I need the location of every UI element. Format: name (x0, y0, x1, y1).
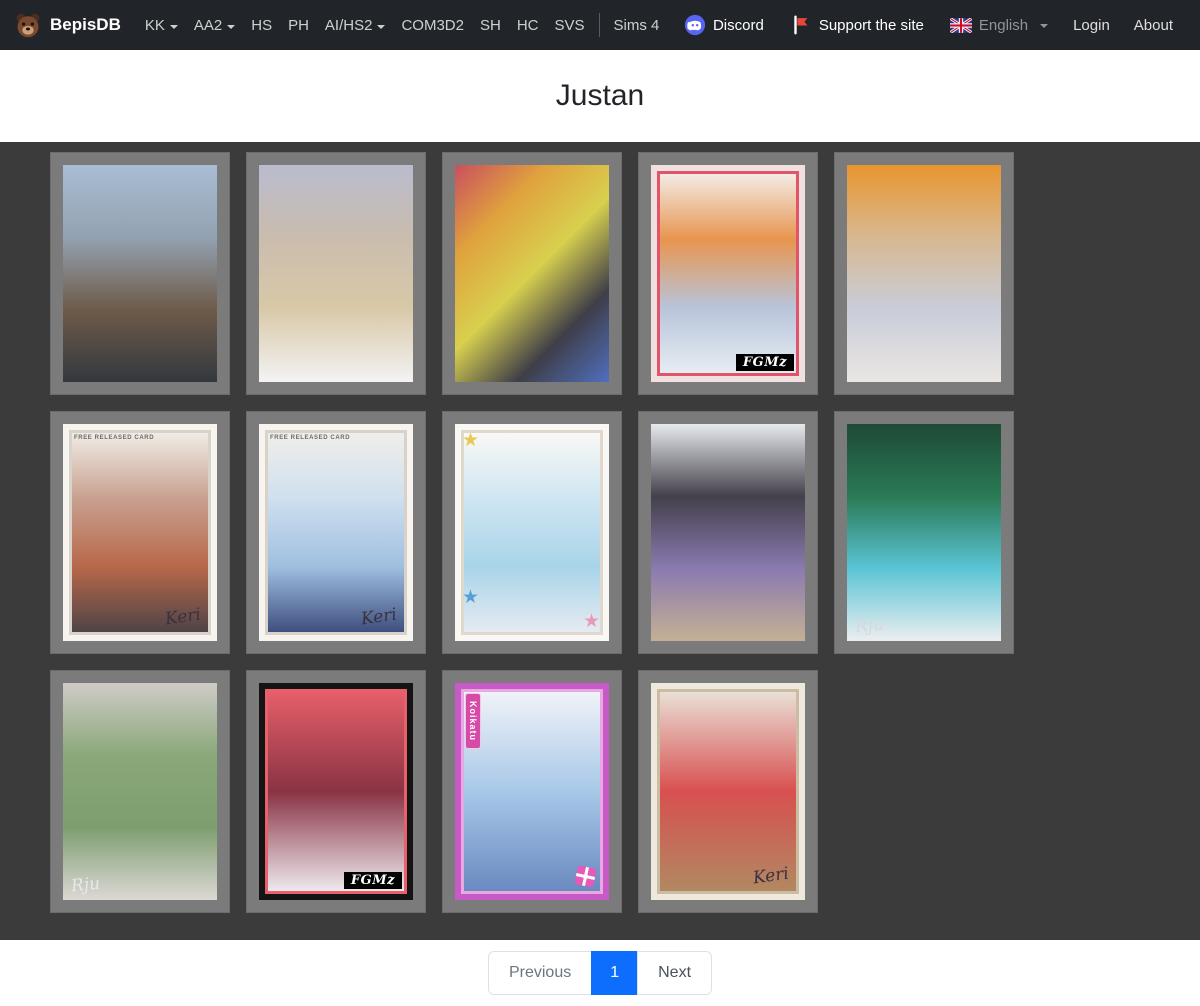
chevron-down-icon (170, 25, 178, 33)
brand-name: BepisDB (50, 15, 121, 35)
discord-link[interactable]: Discord (674, 8, 774, 42)
support-link[interactable]: Support the site (780, 8, 934, 42)
character-card-2[interactable] (246, 152, 426, 395)
character-card-9[interactable] (638, 411, 818, 654)
pagination: Previous 1 Next (488, 951, 712, 995)
card-thumbnail: Koikatu (455, 683, 609, 900)
card-thumbnail: FGMz (259, 683, 413, 900)
koikatu-ribbon: Koikatu (465, 693, 481, 749)
nav-item-svs[interactable]: SVS (546, 11, 592, 40)
nav-divider (599, 13, 600, 37)
chevron-down-icon (1040, 24, 1048, 32)
nav-item-sims-4[interactable]: Sims 4 (606, 11, 668, 40)
card-thumbnail (847, 165, 1001, 382)
about-link[interactable]: About (1125, 11, 1182, 40)
character-card-4[interactable]: FGMz (638, 152, 818, 395)
nav-items: KKAA2HSPHAI/HS2COM3D2SHHCSVS Sims 4 (137, 11, 667, 40)
artist-signature: Keri (360, 605, 398, 630)
uk-flag-icon (950, 18, 972, 33)
card-thumbnail: FREE RELEASED CARD Keri (63, 424, 217, 641)
card-thumbnail (259, 165, 413, 382)
chevron-down-icon (227, 25, 235, 33)
artist-signature: Keri (164, 605, 202, 630)
discord-icon (684, 14, 706, 36)
card-thumbnail (63, 165, 217, 382)
character-card-13[interactable]: Koikatu (442, 670, 622, 913)
nav-item-aa2[interactable]: AA2 (186, 11, 243, 40)
card-grid: FGMzFREE RELEASED CARDKeriFREE RELEASED … (50, 152, 1050, 913)
nav-item-hc[interactable]: HC (509, 11, 547, 40)
nav-item-com3d2[interactable]: COM3D2 (393, 11, 472, 40)
character-card-14[interactable]: Keri (638, 670, 818, 913)
card-thumbnail (455, 165, 609, 382)
discord-label: Discord (713, 17, 764, 34)
previous-page-button[interactable]: Previous (488, 951, 592, 995)
character-card-8[interactable]: ★ ★ ★ (442, 411, 622, 654)
login-link[interactable]: Login (1064, 11, 1119, 40)
star-icon: ★ (583, 612, 600, 631)
navbar: BepisDB KKAA2HSPHAI/HS2COM3D2SHHCSVS Sims… (0, 0, 1200, 50)
character-card-7[interactable]: FREE RELEASED CARD Keri (246, 411, 426, 654)
card-thumbnail: FGMz (651, 165, 805, 382)
fgmz-badge: FGMz (344, 872, 402, 889)
free-card-caption: FREE RELEASED CARD (74, 435, 154, 441)
brand[interactable]: BepisDB (14, 11, 121, 39)
bepisdb-logo-icon (14, 11, 42, 39)
card-thumbnail: Keri (651, 683, 805, 900)
character-card-1[interactable] (50, 152, 230, 395)
character-card-3[interactable] (442, 152, 622, 395)
card-thumbnail: Rju (847, 424, 1001, 641)
card-thumbnail: ★ ★ ★ (455, 424, 609, 641)
page-title: Justan (556, 79, 644, 113)
nav-item-sh[interactable]: SH (472, 11, 509, 40)
page: BepisDB KKAA2HSPHAI/HS2COM3D2SHHCSVS Sims… (0, 0, 1200, 1006)
character-card-11[interactable]: Rju (50, 670, 230, 913)
star-icon: ★ (462, 431, 479, 450)
nav-right: Discord Support the site (674, 8, 1182, 42)
nav-item-kk[interactable]: KK (137, 11, 186, 40)
support-label: Support the site (819, 17, 924, 34)
artist-signature: Rju (854, 615, 885, 638)
character-card-5[interactable] (834, 152, 1014, 395)
fgmz-badge: FGMz (736, 354, 794, 371)
artist-signature: Rju (70, 874, 101, 897)
character-card-6[interactable]: FREE RELEASED CARD Keri (50, 411, 230, 654)
pagination-bar: Previous 1 Next (0, 940, 1200, 1006)
language-label: English (979, 17, 1028, 34)
artist-signature: Keri (752, 864, 790, 889)
gift-icon (574, 865, 597, 888)
chevron-down-icon (377, 25, 385, 33)
card-thumbnail (651, 424, 805, 641)
nav-item-ai-hs2[interactable]: AI/HS2 (317, 11, 394, 40)
next-page-button[interactable]: Next (637, 951, 712, 995)
support-flag-icon (790, 14, 812, 36)
nav-item-ph[interactable]: PH (280, 11, 317, 40)
character-card-10[interactable]: Rju (834, 411, 1014, 654)
page-header: Justan (0, 50, 1200, 142)
content-area: FGMzFREE RELEASED CARDKeriFREE RELEASED … (0, 142, 1200, 940)
page-number-button[interactable]: 1 (591, 951, 638, 995)
star-decorations: ★ ★ ★ (461, 430, 603, 635)
character-card-12[interactable]: FGMz (246, 670, 426, 913)
card-thumbnail: FREE RELEASED CARD Keri (259, 424, 413, 641)
free-card-caption: FREE RELEASED CARD (270, 435, 350, 441)
language-selector[interactable]: English (940, 11, 1058, 40)
nav-item-hs[interactable]: HS (243, 11, 280, 40)
card-thumbnail: Rju (63, 683, 217, 900)
star-icon: ★ (462, 588, 479, 607)
